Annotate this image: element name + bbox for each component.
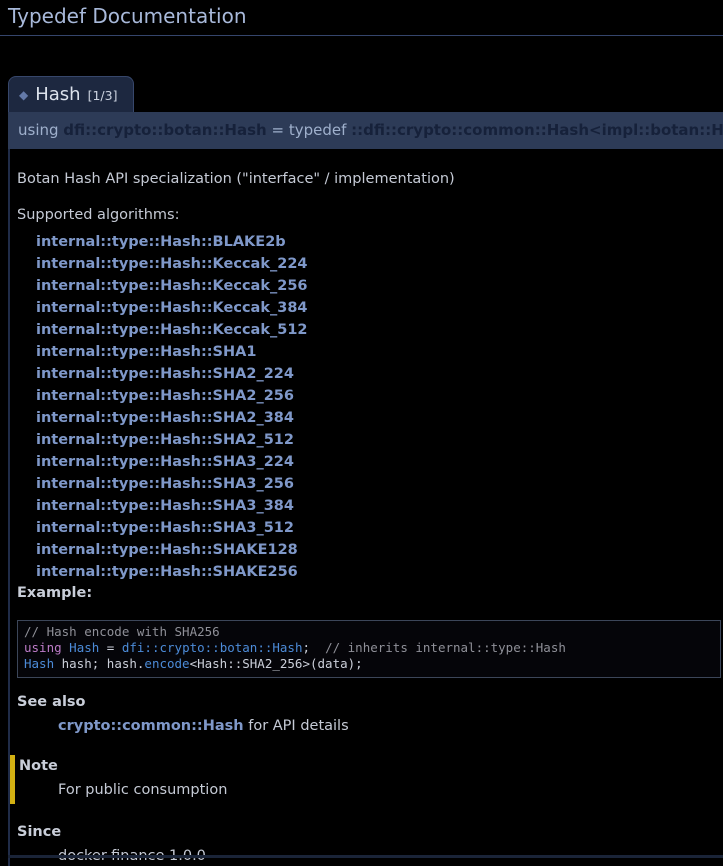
algorithm-link[interactable]: internal::type::Hash::SHAKE128 bbox=[36, 542, 298, 558]
see-also-content: crypto::common::Hash for API details bbox=[58, 717, 723, 737]
algorithm-link[interactable]: internal::type::Hash::SHA3_256 bbox=[36, 476, 294, 492]
code-link[interactable]: dfi::crypto::botan::Hash bbox=[122, 640, 303, 655]
algorithm-item: internal::type::Hash::SHA3_256 bbox=[36, 473, 723, 495]
code-link[interactable]: Hash bbox=[69, 640, 99, 655]
supported-algorithms-label: Supported algorithms: bbox=[17, 205, 723, 225]
proto-member-name: dfi::crypto::botan::Hash bbox=[63, 121, 266, 139]
algorithm-link[interactable]: internal::type::Hash::SHA3_384 bbox=[36, 498, 294, 514]
see-also-link[interactable]: crypto::common::Hash bbox=[58, 718, 244, 734]
see-also-label: See also bbox=[17, 693, 723, 713]
code-line: // Hash encode with SHA256 bbox=[24, 624, 714, 640]
algorithm-item: internal::type::Hash::SHAKE128 bbox=[36, 539, 723, 561]
algorithm-item: internal::type::Hash::Keccak_512 bbox=[36, 319, 723, 341]
algorithm-link[interactable]: internal::type::Hash::SHA3_512 bbox=[36, 520, 294, 536]
algorithm-item: internal::type::Hash::SHA1 bbox=[36, 341, 723, 363]
algorithm-link[interactable]: internal::type::Hash::Keccak_512 bbox=[36, 322, 308, 338]
code-token: <Hash::SHA2_256>(data); bbox=[190, 656, 363, 671]
algorithm-item: internal::type::Hash::SHA2_256 bbox=[36, 385, 723, 407]
member-tab-count: [1/3] bbox=[88, 88, 118, 103]
algorithm-item: internal::type::Hash::SHA3_224 bbox=[36, 451, 723, 473]
algorithm-link[interactable]: internal::type::Hash::SHA2_384 bbox=[36, 410, 294, 426]
algorithm-item: internal::type::Hash::SHA2_512 bbox=[36, 429, 723, 451]
code-token: = bbox=[99, 640, 122, 655]
since-label: Since bbox=[17, 823, 723, 843]
algorithm-link[interactable]: internal::type::Hash::Keccak_256 bbox=[36, 278, 308, 294]
code-link[interactable]: Hash bbox=[24, 656, 54, 671]
algorithm-item: internal::type::Hash::BLAKE2b bbox=[36, 231, 723, 253]
algorithm-link[interactable]: internal::type::Hash::SHA3_224 bbox=[36, 454, 294, 470]
note-label: Note bbox=[19, 757, 723, 777]
algorithm-link[interactable]: internal::type::Hash::SHA1 bbox=[36, 344, 256, 360]
algorithm-link[interactable]: internal::type::Hash::Keccak_384 bbox=[36, 300, 308, 316]
since-section: Since docker-finance 1.0.0 bbox=[17, 823, 723, 866]
note-text: For public consumption bbox=[58, 781, 723, 801]
see-also-section: See also crypto::common::Hash for API de… bbox=[17, 693, 723, 736]
proto-using-keyword: using bbox=[18, 121, 63, 139]
algorithm-list: internal::type::Hash::BLAKE2binternal::t… bbox=[17, 231, 723, 583]
algorithm-item: internal::type::Hash::SHAKE256 bbox=[36, 561, 723, 583]
algorithm-item: internal::type::Hash::SHA2_224 bbox=[36, 363, 723, 385]
algorithm-item: internal::type::Hash::SHA3_512 bbox=[36, 517, 723, 539]
algorithm-link[interactable]: internal::type::Hash::SHA2_512 bbox=[36, 432, 294, 448]
algorithm-link[interactable]: internal::type::Hash::SHA2_256 bbox=[36, 388, 294, 404]
code-line: using Hash = dfi::crypto::botan::Hash; /… bbox=[24, 640, 714, 656]
code-token: // Hash encode with SHA256 bbox=[24, 624, 220, 639]
code-line: Hash hash; hash.encode<Hash::SHA2_256>(d… bbox=[24, 656, 714, 672]
member-prototype: using dfi::crypto::botan::Hash = typedef… bbox=[8, 112, 723, 149]
algorithm-item: internal::type::Hash::Keccak_384 bbox=[36, 297, 723, 319]
member-tab[interactable]: ◆ Hash [1/3] bbox=[8, 76, 134, 112]
example-label: Example: bbox=[17, 583, 723, 603]
code-block: // Hash encode with SHA256using Hash = d… bbox=[17, 620, 721, 678]
proto-equals: = typedef bbox=[267, 121, 351, 139]
algorithm-item: internal::type::Hash::SHA3_384 bbox=[36, 495, 723, 517]
algorithm-link[interactable]: internal::type::Hash::SHA2_224 bbox=[36, 366, 294, 382]
algorithm-item: internal::type::Hash::Keccak_224 bbox=[36, 253, 723, 275]
algorithm-item: internal::type::Hash::SHA2_384 bbox=[36, 407, 723, 429]
algorithm-item: internal::type::Hash::Keccak_256 bbox=[36, 275, 723, 297]
doc-intro: Botan Hash API specialization ("interfac… bbox=[17, 169, 723, 189]
code-token: hash; hash. bbox=[54, 656, 144, 671]
algorithm-link[interactable]: internal::type::Hash::BLAKE2b bbox=[36, 234, 286, 250]
member-tab-name: Hash bbox=[35, 84, 80, 105]
code-token: ; bbox=[302, 640, 325, 655]
page-title: Typedef Documentation bbox=[0, 0, 723, 36]
algorithm-link[interactable]: internal::type::Hash::Keccak_224 bbox=[36, 256, 308, 272]
code-link[interactable]: encode bbox=[144, 656, 189, 671]
algorithm-link[interactable]: internal::type::Hash::SHAKE256 bbox=[36, 564, 298, 580]
see-also-suffix: for API details bbox=[244, 718, 349, 734]
permalink-diamond-icon[interactable]: ◆ bbox=[19, 88, 28, 102]
member-doc: Botan Hash API specialization ("interfac… bbox=[8, 149, 723, 866]
proto-member-type: ::dfi::crypto::common::Hash<impl::botan:… bbox=[351, 121, 723, 139]
code-token: // inherits internal::type::Hash bbox=[325, 640, 566, 655]
note-section: Note For public consumption bbox=[10, 755, 723, 804]
code-token: using bbox=[24, 640, 62, 655]
